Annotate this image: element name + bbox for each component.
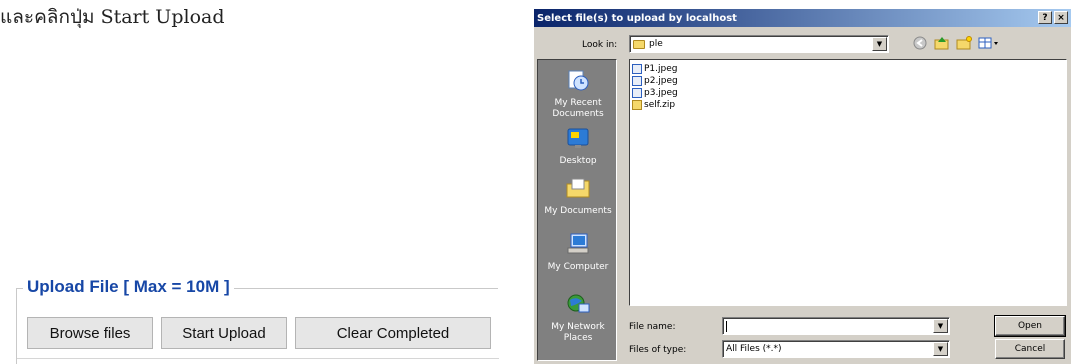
desktop-icon — [567, 128, 589, 148]
recent-documents-icon — [568, 70, 589, 91]
files-of-type-select[interactable]: All Files (*.*) ▼ — [722, 340, 950, 358]
places-bar: My Recent Documents Desktop My Documents… — [537, 59, 617, 361]
instruction-text: และคลิกปุ่ม Start Upload — [0, 6, 225, 28]
file-name: P1.jpeg — [644, 64, 678, 74]
clear-completed-button[interactable]: Clear Completed — [295, 317, 491, 349]
place-label: My Network Places — [551, 322, 605, 343]
back-icon[interactable] — [912, 35, 928, 51]
file-item[interactable]: p3.jpeg — [632, 87, 1064, 99]
image-file-icon — [632, 76, 642, 86]
place-label: My Computer — [547, 262, 609, 272]
browse-files-button[interactable]: Browse files — [27, 317, 153, 349]
open-button[interactable]: Open — [994, 315, 1066, 337]
place-my-computer[interactable]: My Computer — [538, 232, 618, 273]
chevron-down-icon[interactable]: ▼ — [933, 319, 948, 333]
upload-legend: Upload File [ Max = 10M ] — [23, 277, 234, 297]
file-list[interactable]: P1.jpeg p2.jpeg p3.jpeg self.zip — [629, 59, 1067, 306]
file-item[interactable]: p2.jpeg — [632, 75, 1064, 87]
look-in-combo[interactable]: ple ▼ — [629, 35, 889, 53]
file-name: p2.jpeg — [644, 76, 678, 86]
place-my-network-places[interactable]: My Network Places — [538, 292, 618, 344]
file-name-input[interactable]: ▼ — [722, 317, 950, 335]
zip-file-icon — [632, 100, 642, 110]
place-my-recent-documents[interactable]: My Recent Documents — [538, 68, 618, 120]
place-label: My Recent Documents — [552, 98, 604, 119]
files-of-type-label: Files of type: — [629, 345, 687, 355]
upload-divider — [17, 358, 499, 359]
up-folder-icon[interactable] — [934, 35, 950, 51]
place-desktop[interactable]: Desktop — [538, 126, 618, 167]
help-button[interactable]: ? — [1038, 11, 1052, 24]
dialog-titlebar: Select file(s) to upload by localhost ? … — [534, 9, 1071, 27]
place-my-documents[interactable]: My Documents — [538, 176, 618, 217]
image-file-icon — [632, 64, 642, 74]
image-file-icon — [632, 88, 642, 98]
dialog-toolbar — [912, 35, 1000, 51]
file-open-dialog: Select file(s) to upload by localhost ? … — [533, 8, 1071, 364]
chevron-down-icon[interactable]: ▼ — [933, 342, 948, 356]
file-item[interactable]: self.zip — [632, 99, 1064, 111]
dialog-title: Select file(s) to upload by localhost — [537, 12, 737, 24]
text-caret — [726, 320, 727, 332]
network-places-icon — [567, 294, 590, 313]
view-menu-icon[interactable] — [978, 35, 1000, 51]
my-computer-icon — [567, 233, 589, 254]
file-name-label: File name: — [629, 322, 676, 332]
file-item[interactable]: P1.jpeg — [632, 63, 1064, 75]
file-name: self.zip — [644, 100, 676, 110]
my-documents-icon — [566, 178, 590, 198]
new-folder-icon[interactable] — [956, 35, 972, 51]
upload-fieldset: Upload File [ Max = 10M ] Browse files S… — [16, 277, 499, 364]
place-label: My Documents — [544, 206, 612, 216]
place-label: Desktop — [559, 156, 597, 166]
start-upload-button[interactable]: Start Upload — [161, 317, 287, 349]
look-in-value: ple — [649, 39, 663, 49]
close-button[interactable]: × — [1054, 11, 1068, 24]
look-in-label: Look in: — [582, 40, 618, 50]
chevron-down-icon[interactable]: ▼ — [872, 37, 887, 51]
cancel-button[interactable]: Cancel — [995, 339, 1065, 359]
file-name: p3.jpeg — [644, 88, 678, 98]
files-of-type-value: All Files (*.*) — [726, 344, 782, 354]
folder-icon — [633, 39, 645, 49]
